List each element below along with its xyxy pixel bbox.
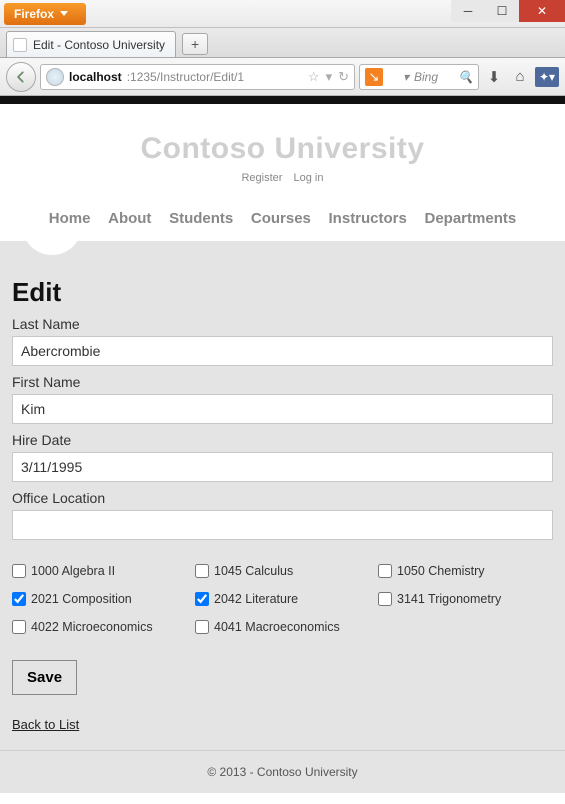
course-checkbox[interactable] xyxy=(195,592,209,606)
window-controls: ─ ☐ ✕ xyxy=(451,0,565,22)
firefox-menu-label: Firefox xyxy=(14,7,54,21)
course-checkbox-item[interactable]: 4041 Macroeconomics xyxy=(195,620,370,634)
tab-title: Edit - Contoso University xyxy=(33,38,165,52)
course-checkbox[interactable] xyxy=(12,564,26,578)
course-checkbox-item[interactable]: 3141 Trigonometry xyxy=(378,592,553,606)
header-blackbar xyxy=(0,96,565,104)
new-tab-button[interactable]: + xyxy=(182,33,208,55)
dropdown-icon[interactable]: ▾ xyxy=(326,69,333,85)
url-host: localhost xyxy=(69,70,122,84)
page-icon xyxy=(13,38,27,52)
page-container: Contoso University Register Log in Home … xyxy=(0,104,565,241)
firefox-menu-button[interactable]: Firefox xyxy=(4,3,86,25)
globe-icon xyxy=(46,68,64,86)
course-label: 1000 Algebra II xyxy=(31,564,115,578)
course-checkbox[interactable] xyxy=(195,564,209,578)
course-checkbox-item[interactable]: 1045 Calculus xyxy=(195,564,370,578)
course-label: 2042 Literature xyxy=(214,592,298,606)
downloads-button[interactable]: ⬇ xyxy=(483,66,505,88)
browser-viewport: Contoso University Register Log in Home … xyxy=(0,96,565,804)
search-bar[interactable]: ↘ ▾ Bing 🔍 xyxy=(359,64,479,90)
save-button[interactable]: Save xyxy=(12,660,77,695)
course-checkbox-item[interactable]: 4022 Microeconomics xyxy=(12,620,187,634)
main-nav: Home About Students Courses Instructors … xyxy=(0,192,565,241)
nav-departments[interactable]: Departments xyxy=(425,210,517,227)
course-checkbox[interactable] xyxy=(12,592,26,606)
window-maximize-button[interactable]: ☐ xyxy=(485,0,519,22)
search-placeholder: Bing xyxy=(414,70,438,84)
search-icon[interactable]: 🔍 xyxy=(458,70,473,84)
register-link[interactable]: Register xyxy=(241,172,282,184)
course-checkbox[interactable] xyxy=(378,592,392,606)
course-label: 4022 Microeconomics xyxy=(31,620,153,634)
course-checkbox-item[interactable]: 1050 Chemistry xyxy=(378,564,553,578)
account-links: Register Log in xyxy=(0,172,565,184)
course-label: 3141 Trigonometry xyxy=(397,592,501,606)
nav-about[interactable]: About xyxy=(108,210,151,227)
bookmark-star-icon[interactable]: ☆ xyxy=(308,69,320,85)
page-heading: Edit xyxy=(12,277,553,308)
urlbar-icons: ☆ ▾ ↻ xyxy=(308,69,349,85)
window-close-button[interactable]: ✕ xyxy=(519,0,565,22)
browser-tabstrip: Edit - Contoso University + xyxy=(0,28,565,58)
back-to-list-link[interactable]: Back to List xyxy=(12,717,79,732)
page-footer: © 2013 - Contoso University xyxy=(0,750,565,793)
label-first-name: First Name xyxy=(12,374,553,390)
browser-navbar: localhost :1235/Instructor/Edit/1 ☆ ▾ ↻ ↘… xyxy=(0,58,565,96)
address-bar[interactable]: localhost :1235/Instructor/Edit/1 ☆ ▾ ↻ xyxy=(40,64,355,90)
site-title: Contoso University xyxy=(0,132,565,166)
label-office-location: Office Location xyxy=(12,490,553,506)
content-area: Edit Last Name First Name Hire Date Offi… xyxy=(0,241,565,750)
url-path: :1235/Instructor/Edit/1 xyxy=(127,70,244,84)
course-label: 1045 Calculus xyxy=(214,564,293,578)
window-minimize-button[interactable]: ─ xyxy=(451,0,485,22)
reload-icon[interactable]: ↻ xyxy=(338,69,349,85)
course-label: 2021 Composition xyxy=(31,592,132,606)
input-last-name[interactable] xyxy=(12,336,553,366)
course-checkbox-item[interactable]: 2021 Composition xyxy=(12,592,187,606)
nav-home[interactable]: Home xyxy=(49,210,91,227)
courses-checkbox-grid: 1000 Algebra II 1045 Calculus 1050 Chemist… xyxy=(12,564,553,634)
input-office-location[interactable] xyxy=(12,510,553,540)
window-titlebar: Firefox ─ ☐ ✕ xyxy=(0,0,565,28)
search-dropdown-icon[interactable]: ▾ xyxy=(403,70,409,84)
home-button[interactable]: ⌂ xyxy=(509,66,531,88)
course-checkbox-item[interactable]: 2042 Literature xyxy=(195,592,370,606)
course-checkbox[interactable] xyxy=(12,620,26,634)
avatar-placeholder xyxy=(22,225,82,255)
course-checkbox-item[interactable]: 1000 Algebra II xyxy=(12,564,187,578)
course-checkbox[interactable] xyxy=(378,564,392,578)
back-arrow-icon xyxy=(14,70,28,84)
label-hire-date: Hire Date xyxy=(12,432,553,448)
bing-icon: ↘ xyxy=(365,68,383,86)
course-label: 1050 Chemistry xyxy=(397,564,485,578)
course-checkbox[interactable] xyxy=(195,620,209,634)
bookmarks-menu-button[interactable]: ✦▾ xyxy=(535,67,559,87)
nav-instructors[interactable]: Instructors xyxy=(329,210,407,227)
site-brand: Contoso University Register Log in xyxy=(0,104,565,192)
nav-students[interactable]: Students xyxy=(169,210,233,227)
input-first-name[interactable] xyxy=(12,394,553,424)
label-last-name: Last Name xyxy=(12,316,553,332)
course-label: 4041 Macroeconomics xyxy=(214,620,340,634)
back-button[interactable] xyxy=(6,62,36,92)
input-hire-date[interactable] xyxy=(12,452,553,482)
nav-courses[interactable]: Courses xyxy=(251,210,311,227)
login-link[interactable]: Log in xyxy=(294,172,324,184)
browser-tab-active[interactable]: Edit - Contoso University xyxy=(6,31,176,57)
